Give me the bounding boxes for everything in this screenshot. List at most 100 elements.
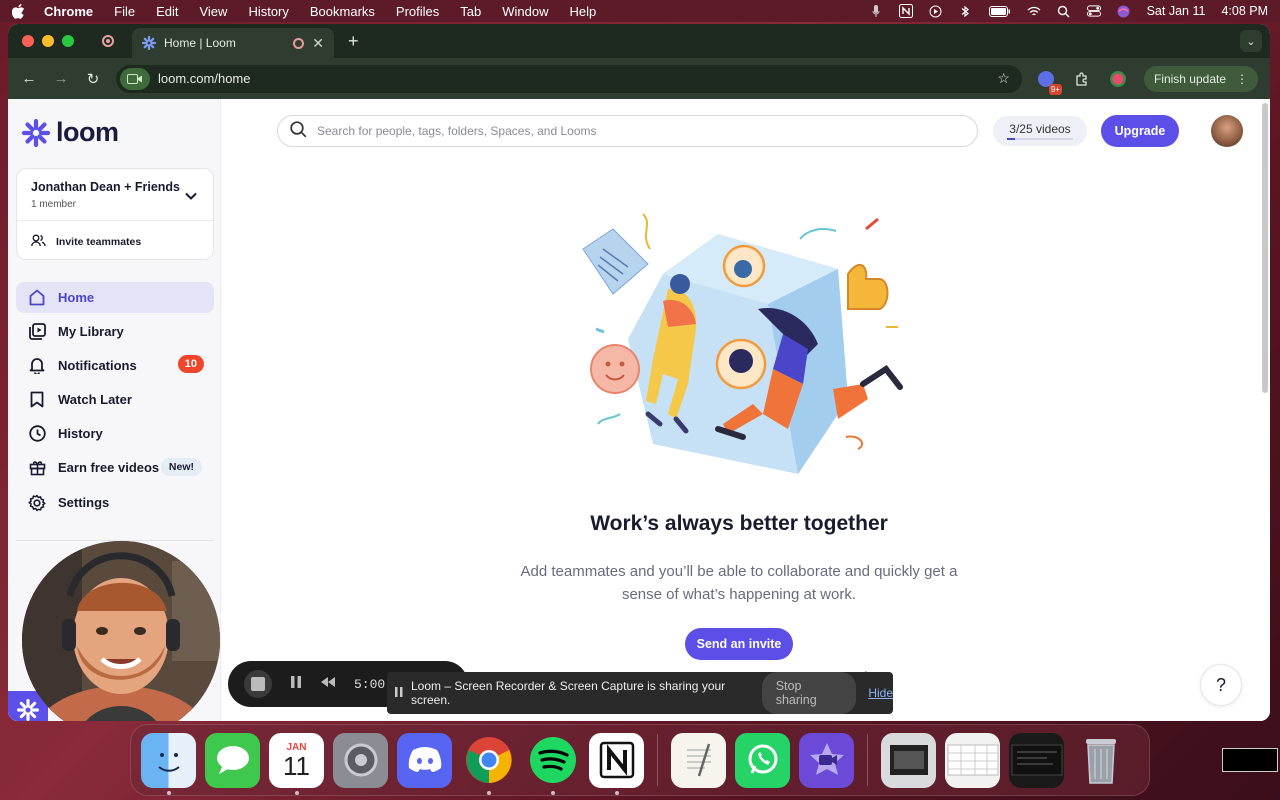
loom-wordmark: loom: [56, 117, 119, 147]
menu-bookmarks[interactable]: Bookmarks: [310, 4, 375, 19]
stop-recording-button[interactable]: [244, 670, 272, 698]
dock-messages-icon[interactable]: [205, 732, 260, 788]
sidebar-item-watch-later[interactable]: Watch Later: [16, 384, 214, 415]
microphone-icon[interactable]: [869, 4, 883, 18]
invite-teammates-label: Invite teammates: [56, 236, 142, 248]
sidebar-item-home[interactable]: Home: [16, 282, 214, 313]
bell-icon: [28, 357, 46, 375]
running-indicator: [487, 790, 491, 795]
reload-icon[interactable]: ↻: [84, 70, 102, 88]
workspace-members: 1 member: [31, 199, 77, 210]
dock-system-settings-icon[interactable]: [333, 732, 388, 788]
dock-calendar-icon[interactable]: JAN 11: [269, 732, 324, 795]
url-text[interactable]: loom.com/home: [158, 71, 250, 86]
menu-tab[interactable]: Tab: [460, 4, 481, 19]
dock-recent-window-thumb[interactable]: [881, 732, 936, 788]
dock-recent-dark-window-thumb[interactable]: [1009, 732, 1064, 788]
upgrade-button[interactable]: Upgrade: [1101, 115, 1179, 147]
sidebar-item-label: History: [58, 426, 103, 441]
sidebar-item-notifications[interactable]: Notifications 10: [16, 350, 214, 381]
menu-history[interactable]: History: [248, 4, 288, 19]
spotlight-search-icon[interactable]: [1057, 4, 1071, 18]
dock-discord-icon[interactable]: [397, 732, 452, 788]
menu-app-name[interactable]: Chrome: [44, 4, 93, 19]
sidebar-item-my-library[interactable]: My Library: [16, 316, 214, 347]
fullscreen-window-button[interactable]: [62, 35, 74, 47]
wifi-icon[interactable]: [1027, 4, 1041, 18]
bluetooth-icon[interactable]: [959, 4, 973, 18]
dock-notion-icon[interactable]: [589, 732, 644, 795]
extensions-puzzle-icon[interactable]: [1072, 69, 1092, 89]
bookmark-star-icon[interactable]: ☆: [997, 70, 1010, 87]
back-arrow-icon[interactable]: ←: [20, 70, 38, 88]
control-center-icon[interactable]: [1086, 4, 1101, 18]
menu-help[interactable]: Help: [570, 4, 597, 19]
bookmark-icon: [28, 391, 46, 409]
camera-site-icon[interactable]: [120, 67, 150, 90]
dock-separator: [867, 734, 868, 786]
dock-chrome-icon[interactable]: [461, 733, 516, 795]
clock-icon: [28, 425, 46, 443]
notion-menubar-icon[interactable]: [898, 4, 913, 18]
loom-logo[interactable]: loom: [22, 117, 119, 148]
finish-update-button[interactable]: Finish update ⋮: [1143, 65, 1258, 92]
menu-view[interactable]: View: [199, 4, 227, 19]
menu-bar: Chrome File Edit View History Bookmarks …: [0, 0, 1280, 22]
apple-icon[interactable]: [12, 3, 26, 19]
close-window-button[interactable]: [22, 35, 34, 47]
video-quota-bar: [1007, 138, 1073, 140]
dock-whatsapp-icon[interactable]: [735, 732, 790, 788]
dock-textedit-icon[interactable]: [671, 732, 726, 788]
tab-search-chevron-icon[interactable]: ⌄: [1240, 30, 1262, 52]
finish-update-label: Finish update: [1153, 71, 1226, 86]
stop-sharing-button[interactable]: Stop sharing: [761, 672, 857, 714]
extension-loom-icon[interactable]: 9+: [1036, 69, 1062, 95]
help-button[interactable]: ?: [1200, 664, 1242, 706]
video-quota-badge[interactable]: 3/25 videos: [993, 116, 1087, 146]
close-tab-icon[interactable]: ✕: [312, 35, 324, 52]
minimize-window-button[interactable]: [42, 35, 54, 47]
tab-loom-home[interactable]: Home | Loom ✕: [132, 28, 334, 58]
dock-finder-icon[interactable]: [141, 732, 196, 795]
running-indicator: [167, 790, 171, 795]
avatar[interactable]: [1211, 115, 1243, 147]
sidebar-item-settings[interactable]: Settings: [16, 487, 214, 518]
gear-icon: [28, 494, 46, 512]
profile-icon[interactable]: [1108, 69, 1128, 89]
menu-profiles[interactable]: Profiles: [396, 4, 439, 19]
battery-icon[interactable]: [988, 4, 1011, 18]
restart-icon[interactable]: [320, 675, 336, 693]
search-placeholder: Search for people, tags, folders, Spaces…: [317, 124, 597, 138]
recording-indicator-icon[interactable]: [102, 35, 114, 47]
new-tab-button[interactable]: +: [348, 31, 359, 52]
dock-imovie-icon[interactable]: [799, 732, 854, 788]
sidebar-item-history[interactable]: History: [16, 418, 214, 449]
play-circle-icon[interactable]: [929, 4, 943, 18]
chevron-down-icon[interactable]: [185, 189, 197, 203]
search-input[interactable]: Search for people, tags, folders, Spaces…: [277, 115, 978, 147]
sidebar-item-label: Earn free videos: [58, 460, 160, 475]
menubar-date[interactable]: Sat Jan 11: [1147, 4, 1206, 18]
send-invite-button[interactable]: Send an invite: [685, 628, 793, 660]
empty-state-description: Add teammates and you’ll be able to coll…: [520, 563, 958, 603]
running-indicator: [295, 790, 299, 795]
invite-teammates-button[interactable]: Invite teammates: [31, 234, 141, 250]
dock-spotify-icon[interactable]: [525, 733, 580, 795]
menu-file[interactable]: File: [114, 4, 135, 19]
page-scrollbar[interactable]: [1262, 103, 1268, 393]
hide-link[interactable]: Hide: [868, 686, 893, 700]
gift-icon: [28, 459, 46, 477]
menu-edit[interactable]: Edit: [156, 4, 178, 19]
pause-icon[interactable]: [290, 675, 302, 694]
workspace-switcher[interactable]: Jonathan Dean + Friends 1 member Invite …: [16, 168, 214, 260]
dock-recent-spreadsheet-thumb[interactable]: [945, 732, 1000, 788]
sidebar-item-earn-free-videos[interactable]: Earn free videos New!: [16, 452, 214, 483]
forward-arrow-icon[interactable]: →: [52, 70, 70, 88]
loom-favicon-icon: [141, 35, 157, 51]
menubar-time[interactable]: 4:08 PM: [1221, 4, 1268, 18]
menu-window[interactable]: Window: [502, 4, 548, 19]
address-bar[interactable]: loom.com/home ☆: [116, 64, 1022, 93]
siri-icon[interactable]: [1117, 4, 1131, 18]
dock-trash-icon[interactable]: [1073, 733, 1128, 788]
screenshot-thumbnail[interactable]: [1222, 748, 1278, 772]
